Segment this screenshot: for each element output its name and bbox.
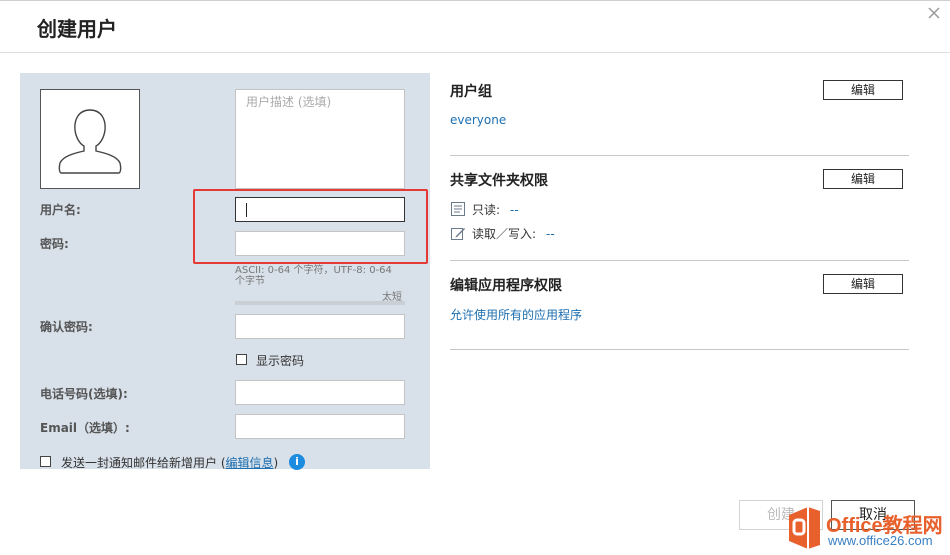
password-hint: ASCII: 0-64 个字符，UTF-8: 0-64 个字节: [235, 265, 392, 287]
notify-label: 发送一封通知邮件给新增用户 (: [61, 456, 226, 470]
edit-message-link[interactable]: 编辑信息: [226, 456, 274, 470]
allow-all-apps-link[interactable]: 允许使用所有的应用程序: [450, 306, 582, 323]
email-input[interactable]: [235, 414, 405, 439]
office26-watermark: Office教程网 www.office26.com: [784, 503, 950, 555]
dialog-title: 创建用户: [37, 17, 117, 41]
watermark-url: www.office26.com: [828, 533, 933, 548]
group-everyone-link[interactable]: everyone: [450, 113, 506, 127]
phone-label: 电话号码(选填):: [40, 387, 128, 401]
email-label: Email（选填）:: [40, 421, 130, 435]
show-password-label: 显示密码: [256, 354, 305, 368]
edit-group-button[interactable]: 编辑: [823, 80, 903, 100]
avatar[interactable]: [40, 89, 140, 189]
password-strength-bar: [235, 301, 405, 305]
edit-document-icon: [450, 225, 466, 244]
create-user-dialog: 创建用户 用户描述 (选填) 用户名: 密码: ASCII: 0-64 个字符，…: [0, 0, 950, 555]
read-only-value: --: [510, 203, 519, 217]
divider: [450, 155, 909, 156]
user-silhouette-icon: [58, 109, 122, 174]
info-icon[interactable]: i: [289, 454, 305, 470]
read-write-value: --: [546, 227, 555, 241]
confirm-password-label: 确认密码:: [40, 320, 93, 334]
close-icon[interactable]: [928, 7, 942, 21]
shared-folder-title: 共享文件夹权限: [450, 173, 548, 189]
description-textarea[interactable]: 用户描述 (选填): [235, 89, 405, 189]
divider: [450, 349, 909, 350]
divider: [450, 260, 909, 261]
notify-text: 发送一封通知邮件给新增用户 (编辑信息): [61, 454, 278, 471]
description-placeholder: 用户描述 (选填): [246, 95, 332, 109]
password-label: 密码:: [40, 237, 69, 251]
show-password-checkbox[interactable]: [236, 354, 247, 365]
notify-checkbox[interactable]: [40, 456, 51, 467]
notify-close-paren: ): [273, 456, 279, 470]
read-write-row: 读取／写入: --: [450, 225, 555, 244]
phone-input[interactable]: [235, 380, 405, 405]
confirm-password-input[interactable]: [235, 314, 405, 339]
read-only-label: 只读:: [472, 203, 501, 217]
read-write-label: 读取／写入:: [472, 227, 537, 241]
username-label: 用户名:: [40, 203, 81, 217]
office-logo-icon: [789, 507, 820, 549]
document-icon: [450, 201, 466, 220]
read-only-row: 只读: --: [450, 201, 519, 220]
user-group-title: 用户组: [450, 84, 492, 100]
edit-shared-folder-button[interactable]: 编辑: [823, 169, 903, 189]
highlight-annotation: [193, 189, 428, 264]
edit-app-permission-button[interactable]: 编辑: [823, 274, 903, 294]
title-bar: 创建用户: [0, 1, 950, 53]
user-info-panel: 用户描述 (选填) 用户名: 密码: ASCII: 0-64 个字符，UTF-8…: [20, 73, 430, 471]
app-permission-title: 编辑应用程序权限: [450, 278, 562, 294]
